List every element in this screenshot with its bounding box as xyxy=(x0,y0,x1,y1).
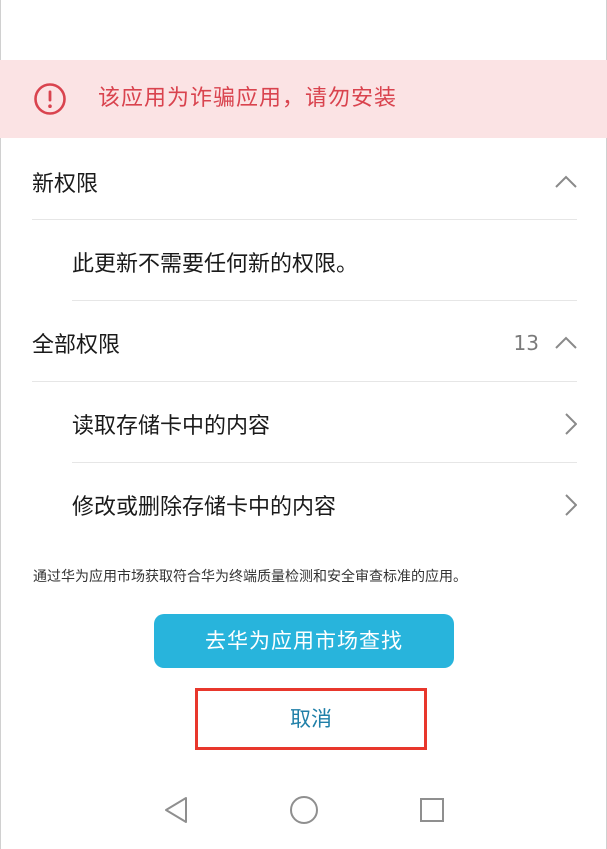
no-new-permissions-text: 此更新不需要任何新的权限。 xyxy=(72,252,359,277)
list-item: 此更新不需要任何新的权限。 xyxy=(72,222,577,302)
exclamation-circle-icon xyxy=(34,83,66,115)
system-navigation-bar xyxy=(0,780,607,840)
chevron-up-icon[interactable] xyxy=(555,175,577,189)
permission-label: 修改或删除存储卡中的内容 xyxy=(72,495,337,520)
fraud-warning-banner: 该应用为诈骗应用，请勿安装 xyxy=(0,60,607,138)
divider xyxy=(32,219,577,220)
triangle-back-icon[interactable] xyxy=(163,795,189,825)
all-permissions-title: 全部权限 xyxy=(32,333,121,358)
circle-home-icon[interactable] xyxy=(289,795,319,825)
all-permissions-header[interactable]: 全部权限 13 xyxy=(32,303,577,383)
market-info-note: 通过华为应用市场获取符合华为终端质量检测和安全审查标准的应用。 xyxy=(33,569,467,585)
permission-label: 读取存储卡中的内容 xyxy=(72,414,271,439)
new-permissions-header[interactable]: 新权限 xyxy=(32,142,577,222)
square-recents-icon[interactable] xyxy=(419,797,445,823)
go-to-app-market-button[interactable]: 去华为应用市场查找 xyxy=(154,614,454,668)
cancel-button[interactable]: 取消 xyxy=(195,688,427,750)
permission-count: 13 xyxy=(513,331,539,355)
divider xyxy=(72,300,577,301)
warning-text: 该应用为诈骗应用，请勿安装 xyxy=(98,86,398,111)
divider xyxy=(32,381,577,382)
permission-item-read-storage[interactable]: 读取存储卡中的内容 xyxy=(72,384,577,464)
divider xyxy=(72,462,577,463)
new-permissions-title: 新权限 xyxy=(32,172,99,197)
chevron-right-icon xyxy=(565,413,577,435)
permission-item-modify-storage[interactable]: 修改或删除存储卡中的内容 xyxy=(72,465,577,545)
chevron-up-icon[interactable] xyxy=(555,336,577,350)
chevron-right-icon xyxy=(565,494,577,516)
